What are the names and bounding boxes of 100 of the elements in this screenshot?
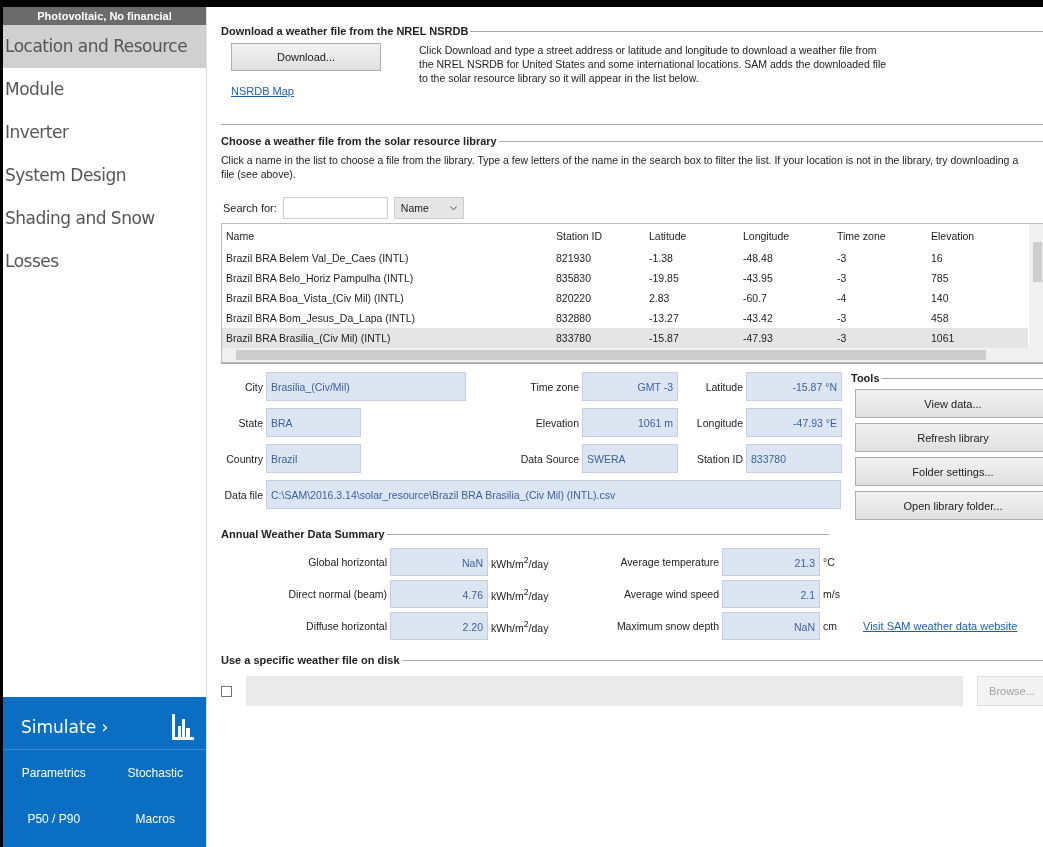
sidebar-item[interactable]: Location and Resource: [3, 25, 206, 68]
tool-link[interactable]: Macros: [104, 796, 206, 842]
value-field: Brazil: [266, 444, 361, 473]
tool-button[interactable]: Open library folder...: [855, 491, 1043, 520]
value-field: 4.76: [390, 580, 488, 608]
table-cell-text: -3: [837, 272, 848, 284]
table-cell-text: Brazil BRA Belo_Horiz Pampulha (INTL): [226, 272, 415, 284]
field-label: Time zone: [529, 380, 579, 393]
checkbox[interactable]: [221, 685, 232, 697]
section-title: Tools: [851, 372, 880, 384]
value-field: NaN: [722, 612, 820, 640]
field-label: Country: [225, 452, 263, 465]
table-cell-text: 785: [931, 272, 950, 284]
library-instructions: Click a name in the list to choose a file from the library. Type a few letters of the name in the search box to filter the list. If your location is not in the library, try downloading a file (see above).: [221, 153, 1020, 181]
table-cell-text: 140: [931, 292, 950, 304]
case-title: Photovoltaic, No financial: [3, 7, 206, 25]
horizontal-scrollbar[interactable]: [222, 348, 1043, 362]
sidebar-item[interactable]: Module: [3, 68, 206, 111]
search-column-dropdown[interactable]: Name: [393, 197, 464, 219]
value-field: GMT -3: [582, 372, 678, 401]
search-label: Search for:: [223, 202, 277, 214]
table-cell-text: 1061: [931, 332, 956, 344]
field-label: Station ID: [695, 452, 743, 465]
section-title: Annual Weather Data Summary: [221, 528, 385, 540]
table-cell-text: 458: [931, 312, 950, 324]
table-cell-text: 832880: [556, 312, 593, 324]
table-cell-text: -3: [837, 252, 848, 264]
table-row[interactable]: Brazil BRA Bom_Jesus_Da_Lapa (INTL) 832880 -13.27 -43.42 -3 458: [222, 308, 1028, 328]
value-field: 833780: [746, 444, 842, 473]
unit-label: m/s: [822, 588, 841, 600]
column-header[interactable]: Latitude: [649, 230, 743, 242]
table-row[interactable]: Brazil BRA Boa_Vista_(Civ Mil) (INTL) 820220 2.83 -60.7 -4 140: [222, 288, 1028, 308]
field-label: Longitude: [695, 416, 743, 429]
table-cell-text: -48.48: [743, 252, 774, 264]
table-cell-text: -3: [837, 312, 848, 324]
tool-link[interactable]: Stochastic: [104, 750, 206, 796]
weather-website-link[interactable]: Visit SAM weather data website: [863, 620, 1018, 632]
field-label: Maximum snow depth: [615, 620, 720, 632]
unit-label: cm: [822, 620, 838, 632]
value-field: Brasilia_(Civ/Mil): [266, 372, 466, 401]
value-field: -15.87 °N: [746, 372, 842, 401]
table-row[interactable]: Brazil BRA Brasilia_(Civ Mil) (INTL) 833780 -15.87 -47.93 -3 1061: [222, 328, 1028, 348]
section-title: Download a weather file from the NREL NSRDB: [221, 25, 469, 37]
column-header[interactable]: Station ID: [556, 230, 649, 242]
field-label: State: [237, 416, 263, 429]
tool-link[interactable]: P50 / P90: [3, 796, 105, 842]
table-cell-text: -60.7: [743, 292, 768, 304]
table-cell-text: 833780: [556, 332, 593, 344]
table-cell-text: -3: [837, 332, 848, 344]
field-label: City: [243, 380, 263, 393]
field-label: Average temperature: [619, 556, 720, 568]
table-cell-text: -1.38: [649, 252, 674, 264]
table-row[interactable]: Brazil BRA Belo_Horiz Pampulha (INTL) 835830 -19.85 -43.95 -3 785: [222, 268, 1028, 288]
field-label: Elevation: [534, 416, 579, 429]
section-title: Use a specific weather file on disk: [221, 654, 400, 666]
sidebar-item[interactable]: Shading and Snow: [3, 197, 206, 240]
value-field: 2.20: [390, 612, 488, 640]
simulate-button[interactable]: Simulate ›: [21, 717, 109, 737]
vertical-scrollbar[interactable]: [1029, 224, 1043, 348]
table-cell-text: 2.83: [649, 292, 671, 304]
value-field: 2.1: [722, 580, 820, 608]
table-cell-text: -47.93: [743, 332, 774, 344]
value-field: -47.93 °E: [746, 408, 842, 437]
value-field: SWERA: [582, 444, 678, 473]
tool-button[interactable]: Refresh library: [855, 423, 1043, 452]
tool-button[interactable]: View data...: [855, 389, 1043, 418]
section-title: Choose a weather file from the solar resource library: [221, 135, 497, 147]
sidebar-item[interactable]: System Design: [3, 154, 206, 197]
table-cell-text: Brazil BRA Bom_Jesus_Da_Lapa (INTL): [226, 312, 417, 324]
tool-link[interactable]: Parametrics: [3, 750, 105, 796]
table-cell-text: -43.95: [743, 272, 774, 284]
column-header[interactable]: Longitude: [743, 230, 837, 242]
field-label: Global horizontal: [307, 556, 388, 568]
tool-button[interactable]: Folder settings...: [855, 457, 1043, 486]
bar-chart-icon[interactable]: [172, 714, 194, 740]
column-header[interactable]: Name: [226, 230, 556, 242]
value-field: 21.3: [722, 548, 820, 576]
table-cell-text: Brazil BRA Brasilia_(Civ Mil) (INTL): [226, 332, 392, 344]
sidebar-item[interactable]: Inverter: [3, 111, 206, 154]
value-field: NaN: [390, 548, 488, 576]
sidebar-item[interactable]: Losses: [3, 240, 206, 283]
column-header[interactable]: Elevation: [931, 230, 1001, 242]
table-cell-text: -19.85: [649, 272, 680, 284]
download-description: Click Download and type a street address or latitude and longitude to download a weather file from the NREL NSRDB for United States and some international locations. SAM adds the downloaded file to the solar resource library so it will appear in the list below.: [419, 43, 888, 86]
table-cell-text: -4: [837, 292, 848, 304]
unit-label: kWh/m$^{2}$/day: [490, 618, 550, 634]
table-row[interactable]: Brazil BRA Belem Val_De_Caes (INTL) 821930 -1.38 -48.48 -3 16: [222, 248, 1028, 268]
search-field[interactable]: [282, 197, 388, 219]
table-cell-text: 16: [931, 252, 944, 264]
value-field: 1061 m: [582, 408, 678, 437]
column-header[interactable]: Time zone: [837, 230, 931, 242]
field-label: Average wind speed: [623, 588, 720, 600]
table-cell-text: Brazil BRA Boa_Vista_(Civ Mil) (INTL): [226, 292, 405, 304]
unit-label: kWh/m$^{2}$/day: [490, 586, 550, 602]
table-cell-text: 835830: [556, 272, 593, 284]
table-cell-text: -13.27: [649, 312, 680, 324]
nsrdb-map-link[interactable]: NSRDB Map: [231, 85, 294, 97]
download-button[interactable]: Download...: [231, 43, 381, 71]
field-label: Latitude: [704, 380, 743, 393]
table-cell-text: -43.42: [743, 312, 774, 324]
